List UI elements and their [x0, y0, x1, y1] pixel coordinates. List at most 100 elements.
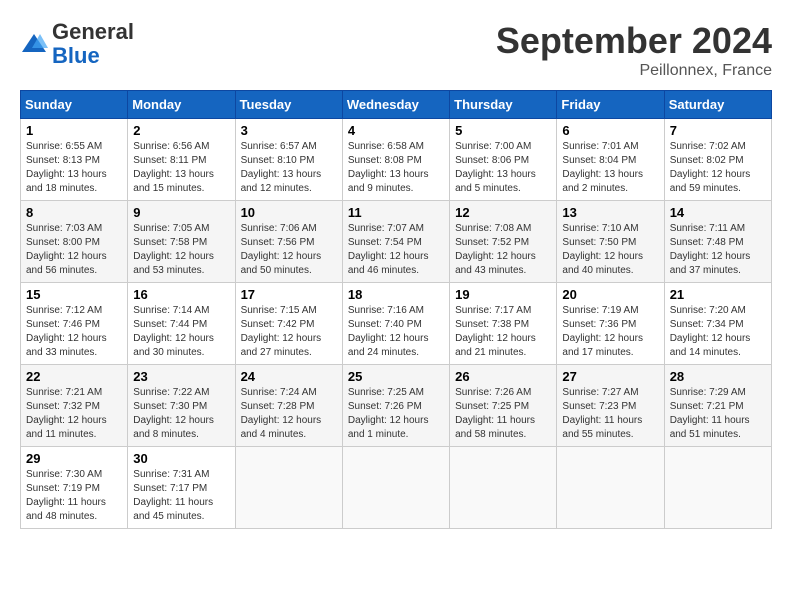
table-row: 6Sunrise: 7:01 AM Sunset: 8:04 PM Daylig…	[557, 119, 664, 201]
logo-blue-text: Blue	[52, 44, 134, 68]
day-detail: Sunrise: 7:24 AM Sunset: 7:28 PM Dayligh…	[241, 386, 337, 442]
day-detail: Sunrise: 7:27 AM Sunset: 7:23 PM Dayligh…	[562, 386, 658, 442]
logo: General Blue	[20, 20, 134, 68]
table-row	[664, 447, 771, 529]
day-detail: Sunrise: 7:01 AM Sunset: 8:04 PM Dayligh…	[562, 140, 658, 196]
calendar-week-row: 1 Sunrise: 6:55 AM Sunset: 8:13 PM Daylig…	[21, 119, 772, 201]
day-number: 23	[133, 369, 229, 384]
day-number: 13	[562, 205, 658, 220]
day-number: 10	[241, 205, 337, 220]
day-detail: Sunrise: 6:58 AM Sunset: 8:08 PM Dayligh…	[348, 140, 444, 196]
col-thursday: Thursday	[450, 91, 557, 119]
table-row: 18 Sunrise: 7:16 AM Sunset: 7:40 PM Dayli…	[342, 283, 449, 365]
day-detail: Sunrise: 7:12 AM Sunset: 7:46 PM Dayligh…	[26, 304, 122, 360]
title-area: September 2024 Peillonnex, France	[496, 20, 772, 80]
table-row: 19 Sunrise: 7:17 AM Sunset: 7:38 PM Dayli…	[450, 283, 557, 365]
table-row: 14 Sunrise: 7:11 AM Sunset: 7:48 PM Dayli…	[664, 201, 771, 283]
table-row: 8 Sunrise: 7:03 AM Sunset: 8:00 PM Daylig…	[21, 201, 128, 283]
day-detail: Sunrise: 6:55 AM Sunset: 8:13 PM Dayligh…	[26, 140, 122, 196]
col-wednesday: Wednesday	[342, 91, 449, 119]
day-number: 21	[670, 287, 766, 302]
calendar-week-row: 22Sunrise: 7:21 AM Sunset: 7:32 PM Dayli…	[21, 365, 772, 447]
day-detail: Sunrise: 7:00 AM Sunset: 8:06 PM Dayligh…	[455, 140, 551, 196]
logo-icon	[20, 30, 48, 58]
day-number: 25	[348, 369, 444, 384]
table-row: 3Sunrise: 6:57 AM Sunset: 8:10 PM Daylig…	[235, 119, 342, 201]
logo-general-text: General	[52, 20, 134, 44]
day-number: 4	[348, 123, 444, 138]
col-sunday: Sunday	[21, 91, 128, 119]
day-number: 18	[348, 287, 444, 302]
day-detail: Sunrise: 7:29 AM Sunset: 7:21 PM Dayligh…	[670, 386, 766, 442]
day-detail: Sunrise: 7:19 AM Sunset: 7:36 PM Dayligh…	[562, 304, 658, 360]
day-number: 3	[241, 123, 337, 138]
day-detail: Sunrise: 7:08 AM Sunset: 7:52 PM Dayligh…	[455, 222, 551, 278]
table-row: 2Sunrise: 6:56 AM Sunset: 8:11 PM Daylig…	[128, 119, 235, 201]
table-row	[342, 447, 449, 529]
table-row: 29Sunrise: 7:30 AM Sunset: 7:19 PM Dayli…	[21, 447, 128, 529]
location-text: Peillonnex, France	[496, 62, 772, 80]
col-friday: Friday	[557, 91, 664, 119]
day-number: 26	[455, 369, 551, 384]
day-number: 14	[670, 205, 766, 220]
calendar-table: Sunday Monday Tuesday Wednesday Thursday…	[20, 90, 772, 529]
table-row: 4 Sunrise: 6:58 AM Sunset: 8:08 PM Daylig…	[342, 119, 449, 201]
day-detail: Sunrise: 7:10 AM Sunset: 7:50 PM Dayligh…	[562, 222, 658, 278]
day-detail: Sunrise: 7:05 AM Sunset: 7:58 PM Dayligh…	[133, 222, 229, 278]
day-number: 11	[348, 205, 444, 220]
day-detail: Sunrise: 7:17 AM Sunset: 7:38 PM Dayligh…	[455, 304, 551, 360]
table-row: 11 Sunrise: 7:07 AM Sunset: 7:54 PM Dayli…	[342, 201, 449, 283]
day-detail: Sunrise: 7:22 AM Sunset: 7:30 PM Dayligh…	[133, 386, 229, 442]
day-number: 29	[26, 451, 122, 466]
table-row: 21 Sunrise: 7:20 AM Sunset: 7:34 PM Dayli…	[664, 283, 771, 365]
day-number: 28	[670, 369, 766, 384]
day-detail: Sunrise: 7:16 AM Sunset: 7:40 PM Dayligh…	[348, 304, 444, 360]
day-detail: Sunrise: 7:11 AM Sunset: 7:48 PM Dayligh…	[670, 222, 766, 278]
table-row: 10Sunrise: 7:06 AM Sunset: 7:56 PM Dayli…	[235, 201, 342, 283]
table-row: 22Sunrise: 7:21 AM Sunset: 7:32 PM Dayli…	[21, 365, 128, 447]
day-detail: Sunrise: 7:07 AM Sunset: 7:54 PM Dayligh…	[348, 222, 444, 278]
col-monday: Monday	[128, 91, 235, 119]
table-row: 30Sunrise: 7:31 AM Sunset: 7:17 PM Dayli…	[128, 447, 235, 529]
day-number: 8	[26, 205, 122, 220]
day-detail: Sunrise: 6:56 AM Sunset: 8:11 PM Dayligh…	[133, 140, 229, 196]
day-number: 19	[455, 287, 551, 302]
table-row: 24Sunrise: 7:24 AM Sunset: 7:28 PM Dayli…	[235, 365, 342, 447]
day-detail: Sunrise: 7:02 AM Sunset: 8:02 PM Dayligh…	[670, 140, 766, 196]
day-number: 20	[562, 287, 658, 302]
day-detail: Sunrise: 7:14 AM Sunset: 7:44 PM Dayligh…	[133, 304, 229, 360]
table-row: 12 Sunrise: 7:08 AM Sunset: 7:52 PM Dayli…	[450, 201, 557, 283]
calendar-week-row: 15Sunrise: 7:12 AM Sunset: 7:46 PM Dayli…	[21, 283, 772, 365]
table-row: 15Sunrise: 7:12 AM Sunset: 7:46 PM Dayli…	[21, 283, 128, 365]
day-number: 1	[26, 123, 122, 138]
table-row: 27 Sunrise: 7:27 AM Sunset: 7:23 PM Dayli…	[557, 365, 664, 447]
day-detail: Sunrise: 7:03 AM Sunset: 8:00 PM Dayligh…	[26, 222, 122, 278]
day-detail: Sunrise: 7:31 AM Sunset: 7:17 PM Dayligh…	[133, 468, 229, 524]
table-row: 26 Sunrise: 7:26 AM Sunset: 7:25 PM Dayli…	[450, 365, 557, 447]
day-number: 12	[455, 205, 551, 220]
col-tuesday: Tuesday	[235, 91, 342, 119]
table-row	[235, 447, 342, 529]
table-row: 7 Sunrise: 7:02 AM Sunset: 8:02 PM Daylig…	[664, 119, 771, 201]
table-row	[450, 447, 557, 529]
calendar-week-row: 8 Sunrise: 7:03 AM Sunset: 8:00 PM Daylig…	[21, 201, 772, 283]
table-row: 5Sunrise: 7:00 AM Sunset: 8:06 PM Daylig…	[450, 119, 557, 201]
day-number: 27	[562, 369, 658, 384]
day-number: 9	[133, 205, 229, 220]
col-saturday: Saturday	[664, 91, 771, 119]
day-detail: Sunrise: 7:20 AM Sunset: 7:34 PM Dayligh…	[670, 304, 766, 360]
day-detail: Sunrise: 7:26 AM Sunset: 7:25 PM Dayligh…	[455, 386, 551, 442]
table-row: 16 Sunrise: 7:14 AM Sunset: 7:44 PM Dayli…	[128, 283, 235, 365]
table-row: 17Sunrise: 7:15 AM Sunset: 7:42 PM Dayli…	[235, 283, 342, 365]
month-title: September 2024	[496, 20, 772, 62]
table-row: 25 Sunrise: 7:25 AM Sunset: 7:26 PM Dayli…	[342, 365, 449, 447]
day-number: 16	[133, 287, 229, 302]
day-number: 7	[670, 123, 766, 138]
calendar-week-row: 29Sunrise: 7:30 AM Sunset: 7:19 PM Dayli…	[21, 447, 772, 529]
day-number: 22	[26, 369, 122, 384]
page-header: General Blue September 2024 Peillonnex, …	[20, 20, 772, 80]
table-row: 9 Sunrise: 7:05 AM Sunset: 7:58 PM Daylig…	[128, 201, 235, 283]
day-detail: Sunrise: 7:25 AM Sunset: 7:26 PM Dayligh…	[348, 386, 444, 442]
table-row: 20 Sunrise: 7:19 AM Sunset: 7:36 PM Dayli…	[557, 283, 664, 365]
table-row: 23 Sunrise: 7:22 AM Sunset: 7:30 PM Dayli…	[128, 365, 235, 447]
